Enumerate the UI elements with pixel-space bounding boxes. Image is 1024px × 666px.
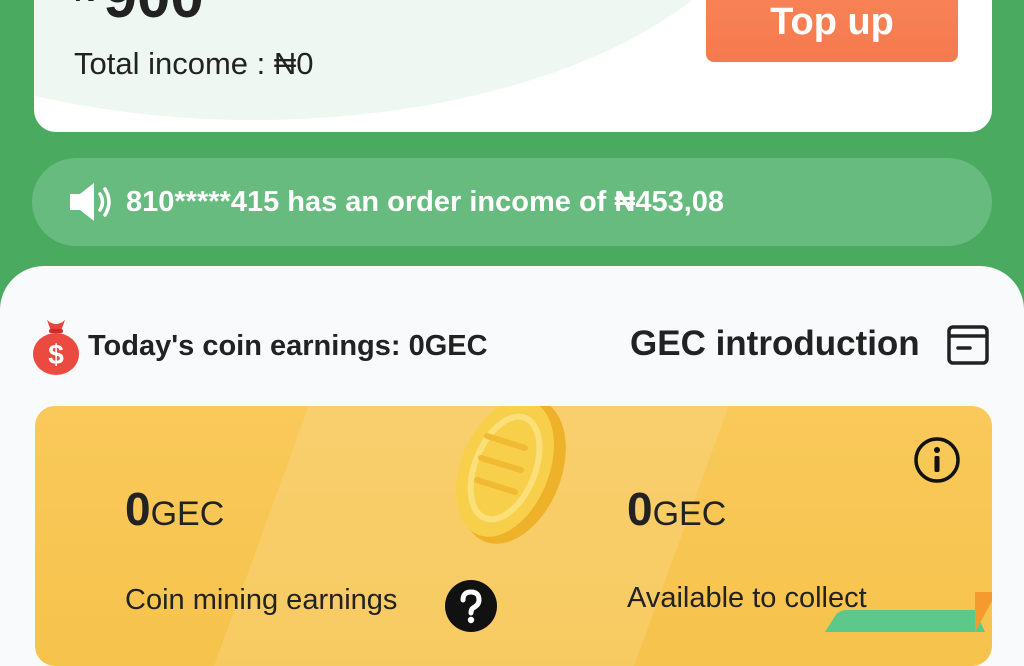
coin-header-row: $ Today's coin earnings: 0GEC GEC introd…: [30, 316, 994, 376]
document-icon[interactable]: [946, 322, 992, 368]
gec-card: 0GEC 0GEC Coin mining earnings Available…: [35, 406, 992, 666]
balance-value: 900: [104, 0, 204, 30]
currency-symbol: ₦: [74, 0, 96, 8]
collect-unit: GEC: [652, 495, 727, 533]
mining-earnings-unit: GEC: [150, 495, 225, 533]
notice-text: 810*****415 has an order income of ₦453,…: [126, 185, 725, 218]
mining-earnings-number: 0: [125, 483, 151, 535]
balance-amount: ₦ 900: [74, 0, 204, 27]
mining-earnings-value: 0GEC: [125, 482, 224, 536]
info-icon[interactable]: [913, 436, 961, 484]
coin-decoration: [456, 406, 566, 544]
moneybag-icon: $: [30, 316, 82, 376]
collect-number: 0: [627, 483, 653, 535]
question-icon[interactable]: [445, 580, 497, 632]
top-up-button[interactable]: Top up: [706, 0, 958, 62]
svg-text:$: $: [48, 339, 64, 370]
balance-card: ₦ 900 Total income : ₦0 Top up: [34, 0, 992, 132]
collect-value: 0GEC: [627, 482, 726, 536]
notice-bar: 810*****415 has an order income of ₦453,…: [32, 158, 992, 246]
gec-introduction-link[interactable]: GEC introduction: [630, 324, 920, 364]
collect-decoration: [825, 592, 992, 632]
mining-earnings-caption: Coin mining earnings: [125, 584, 398, 616]
speaker-icon: [66, 180, 114, 224]
today-coin-earnings: Today's coin earnings: 0GEC: [88, 330, 488, 362]
total-income-label: Total income : ₦0: [74, 46, 314, 81]
